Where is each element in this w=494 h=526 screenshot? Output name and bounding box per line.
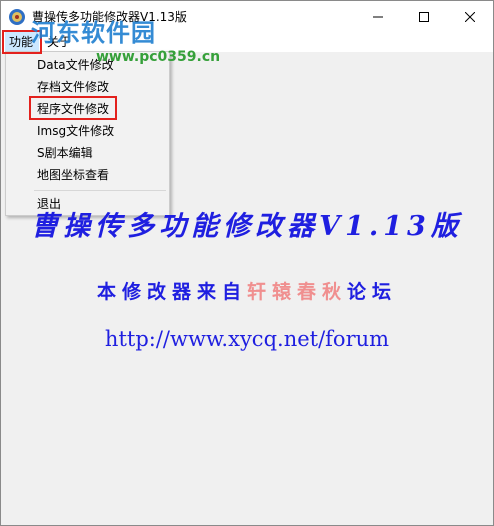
menu-item-imsg-edit[interactable]: Imsg文件修改	[6, 120, 169, 142]
subtitle-part1: 本修改器来自	[96, 281, 247, 303]
menu-item-script-edit[interactable]: S剧本编辑	[6, 142, 169, 164]
close-icon	[465, 11, 475, 22]
highlight-box-program-edit	[29, 96, 117, 120]
menu-item-save-edit[interactable]: 存档文件修改	[6, 76, 169, 98]
function-dropdown: Data文件修改 存档文件修改 程序文件修改 Imsg文件修改 S剧本编辑 地图…	[5, 51, 170, 216]
window-title: 曹操传多功能修改器V1.13版	[32, 10, 187, 24]
minimize-button[interactable]	[355, 1, 401, 32]
maximize-button[interactable]	[401, 1, 447, 32]
menu-about[interactable]: 关于	[43, 32, 75, 52]
maximize-icon	[419, 11, 429, 22]
menu-separator	[34, 190, 166, 191]
title-bar: 曹操传多功能修改器V1.13版	[1, 1, 493, 32]
menu-item-data-edit[interactable]: Data文件修改	[6, 54, 169, 76]
app-icon[interactable]	[8, 8, 26, 26]
minimize-icon	[373, 16, 383, 17]
highlight-box-function	[2, 30, 42, 54]
forum-url: http://www.xycq.net/forum	[104, 327, 390, 351]
app-window: 曹操传多功能修改器V1.13版 功能 关于 Data文件修改 存档文件修改 程序…	[0, 0, 494, 526]
subtitle-forum-name: 轩辕春秋	[246, 281, 347, 303]
content-subtitle: 本修改器来自轩辕春秋论坛	[1, 277, 493, 304]
subtitle-part3: 论坛	[347, 281, 398, 303]
menu-item-map-coords[interactable]: 地图坐标查看	[6, 164, 169, 186]
close-button[interactable]	[447, 1, 493, 32]
menu-bar: 功能 关于	[1, 32, 493, 52]
content-title: 曹操传多功能修改器V1.13版	[31, 211, 463, 242]
